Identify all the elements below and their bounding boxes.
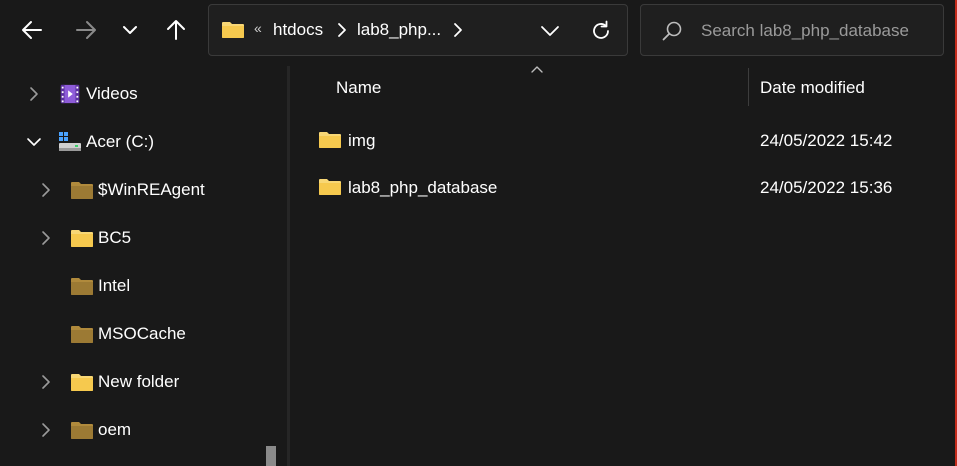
folder-icon [319, 179, 341, 195]
column-header-date-modified[interactable]: Date modified [760, 78, 865, 98]
videos-folder-icon [60, 84, 80, 104]
recent-locations-button[interactable] [114, 12, 146, 48]
folder-icon [71, 182, 93, 199]
chevron-right-icon[interactable] [26, 86, 42, 102]
sidebar-item-label: $WinREAgent [98, 180, 205, 199]
arrow-left-icon [22, 21, 42, 39]
sidebar-item-label: Videos [86, 84, 138, 103]
folder-icon [71, 326, 93, 343]
folder-icon [71, 422, 93, 439]
sidebar-item-acer-c[interactable]: Acer (C:) [0, 122, 262, 162]
item-date-modified: 24/05/2022 15:36 [760, 178, 893, 197]
sidebar-item-oem[interactable]: oem [0, 410, 262, 450]
up-button[interactable] [160, 12, 192, 48]
chevron-right-icon[interactable] [335, 22, 349, 38]
column-divider[interactable] [748, 68, 749, 106]
folder-icon [222, 22, 244, 38]
chevron-right-icon[interactable] [451, 22, 465, 38]
breadcrumb-htdocs[interactable]: htdocs [273, 20, 323, 40]
item-name: img [348, 131, 376, 150]
sidebar-item-label: BC5 [98, 228, 132, 247]
sidebar-item-label: Acer (C:) [86, 132, 154, 151]
arrow-right-icon [76, 21, 96, 39]
folder-icon [319, 132, 341, 148]
sidebar-item-new-folder[interactable]: New folder [0, 362, 262, 402]
chevron-down-icon[interactable] [539, 20, 561, 42]
chevron-right-icon[interactable] [38, 182, 54, 198]
sidebar-item-label: oem [98, 420, 132, 439]
sidebar-item-msocache[interactable]: MSOCache [0, 314, 262, 354]
sidebar-item-label: New folder [98, 372, 180, 391]
breadcrumb-lab8[interactable]: lab8_php... [357, 20, 441, 40]
sidebar-item-bc5[interactable]: BC5 [0, 218, 262, 258]
list-item[interactable]: lab8_php_database 24/05/2022 15:36 [310, 169, 950, 209]
sidebar-item-label: Intel [98, 276, 131, 295]
arrow-up-icon [167, 20, 185, 40]
folder-icon [71, 278, 93, 295]
address-bar[interactable]: « htdocs lab8_php... [208, 4, 628, 56]
file-explorer-window: « htdocs lab8_php... Search lab8_php_dat… [0, 0, 957, 466]
sidebar-item-intel[interactable]: Intel [0, 266, 262, 306]
sidebar-scrollbar-thumb[interactable] [266, 446, 276, 466]
chevron-right-icon[interactable] [38, 422, 54, 438]
sidebar-item-label: MSOCache [98, 324, 186, 343]
list-item[interactable]: img 24/05/2022 15:42 [310, 122, 950, 162]
sort-ascending-icon [531, 66, 543, 73]
file-list: Name Date modified img 24/05/2022 15:42 … [290, 60, 955, 466]
drive-icon [59, 132, 81, 151]
folder-icon [71, 374, 93, 391]
chevron-down-icon[interactable] [26, 134, 42, 150]
chevron-right-icon[interactable] [38, 374, 54, 390]
sidebar-item-winreagent[interactable]: $WinREAgent [0, 170, 262, 210]
refresh-icon[interactable] [589, 19, 613, 43]
search-input[interactable]: Search lab8_php_database [701, 21, 909, 41]
folder-icon [71, 230, 93, 247]
search-box[interactable]: Search lab8_php_database [640, 4, 944, 56]
navigation-pane: Videos Acer (C:) $WinREAgent BC5 Intel M… [0, 66, 288, 466]
search-icon [662, 21, 682, 41]
item-name: lab8_php_database [348, 178, 498, 197]
navigation-toolbar: « htdocs lab8_php... Search lab8_php_dat… [0, 0, 955, 60]
item-date-modified: 24/05/2022 15:42 [760, 131, 893, 150]
chevron-down-icon [123, 26, 137, 34]
chevron-right-icon[interactable] [38, 230, 54, 246]
column-header-name[interactable]: Name [336, 78, 381, 98]
forward-button[interactable] [70, 12, 102, 48]
back-button[interactable] [16, 12, 48, 48]
sidebar-item-videos[interactable]: Videos [0, 74, 262, 114]
address-overflow-marker[interactable]: « [254, 20, 262, 36]
